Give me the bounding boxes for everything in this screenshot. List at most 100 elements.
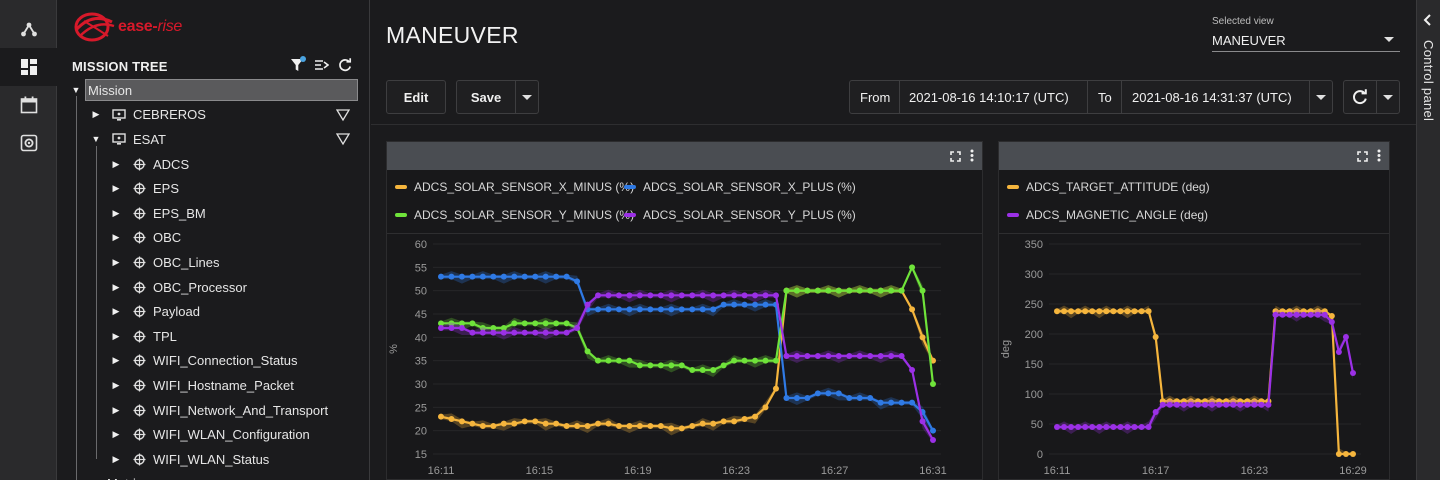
tree-item[interactable]: ▶ Payload [57,299,369,324]
data-point [521,320,528,327]
data-point [1082,424,1089,430]
network-icon[interactable] [0,10,57,48]
tree-item[interactable]: ▶ EPS_BM [57,201,369,226]
data-point [1223,401,1230,408]
y-tick-label: 150 [1025,359,1043,371]
filter-outline-icon[interactable] [336,108,350,122]
data-point [1096,308,1103,315]
refresh-button[interactable] [1343,80,1377,114]
component-icon [131,452,147,466]
legend-item[interactable]: ADCS_SOLAR_SENSOR_X_PLUS (%) [624,180,856,194]
expand-caret-icon[interactable]: ▶ [111,232,121,243]
filter-outline-icon[interactable] [336,132,350,146]
data-point [752,301,759,308]
data-point [1180,401,1187,408]
collapse-caret-icon[interactable]: ▼ [71,85,81,95]
tree-item[interactable]: ▼ Mission [57,78,369,103]
to-label: To [1098,89,1112,105]
tree-item[interactable]: ▶ OBC_Processor [57,275,369,300]
data-point [898,287,905,294]
data-point [511,420,518,427]
tree-item[interactable]: ▶ WIFI_Connection_Status [57,349,369,374]
tree-item[interactable]: ▼ ESAT [57,127,369,152]
left-rail [0,0,57,480]
refresh-icon[interactable] [337,57,353,73]
tree-item-label: CEBREROS [133,107,206,123]
tree-item[interactable]: ▶ WIFI_Hostname_Packet [57,373,369,398]
control-panel-toggle[interactable]: Control panel [1416,0,1440,480]
x-tick-label: 16:15 [526,465,554,477]
data-point [741,292,748,299]
expand-caret-icon[interactable]: ▶ [111,208,121,219]
legend-swatch [624,185,636,189]
tree-item[interactable]: ▶ WIFI_WLAN_Status [57,447,369,472]
save-button[interactable]: Save [456,80,516,114]
legend-item[interactable]: ADCS_TARGET_ATTITUDE (deg) [1007,180,1210,194]
data-point [856,395,863,401]
data-point [1335,451,1342,457]
legend-item[interactable]: ADCS_MAGNETIC_ANGLE (deg) [1007,208,1208,222]
fullscreen-icon[interactable] [950,149,961,167]
expand-caret-icon[interactable]: ▶ [111,159,121,170]
more-options-icon[interactable] [1377,149,1381,167]
expand-caret-icon[interactable]: ▶ [111,257,121,268]
tree-item[interactable]: ▶Metrics [57,472,369,480]
tree-item[interactable]: ▶ WIFI_Network_And_Transport [57,398,369,423]
settings-icon[interactable] [0,124,57,162]
expand-caret-icon[interactable]: ▶ [111,454,121,465]
filter-icon[interactable] [289,56,306,73]
tree-item[interactable]: ▶ ADCS [57,152,369,177]
save-options-button[interactable] [515,80,539,114]
data-point [1068,424,1075,430]
tree-item-label: WIFI_WLAN_Configuration [153,427,310,443]
legend-item[interactable]: ADCS_SOLAR_SENSOR_X_MINUS (%) [395,180,634,194]
data-point [490,329,497,336]
collapse-list-icon[interactable] [313,57,329,73]
expand-caret-icon[interactable]: ▶ [111,355,121,366]
data-point [584,348,591,355]
expand-caret-icon[interactable]: ▶ [111,282,121,293]
dashboard-icon[interactable] [0,48,57,86]
expand-caret-icon[interactable]: ▶ [111,429,121,440]
tree-item[interactable]: ▶ OBC [57,226,369,251]
data-point [678,425,685,432]
tree-item[interactable]: ▶ EPS [57,176,369,201]
tree-item[interactable]: ▶ WIFI_WLAN_Configuration [57,422,369,447]
time-range-dropdown[interactable] [1309,81,1333,113]
component-icon [131,403,147,417]
data-point [469,420,476,427]
from-datetime-input[interactable]: 2021-08-16 14:10:17 (UTC) [909,81,1069,113]
expand-caret-icon[interactable]: ▶ [91,109,101,120]
expand-caret-icon[interactable]: ▶ [111,331,121,342]
data-point [1350,451,1356,457]
data-point [668,362,675,369]
legend-label: ADCS_SOLAR_SENSOR_X_PLUS (%) [643,180,856,194]
expand-caret-icon[interactable]: ▶ [111,405,121,416]
data-point [1089,424,1096,430]
calendar-icon[interactable] [0,86,57,124]
data-point [720,362,727,369]
legend-swatch [1007,185,1019,189]
tree-item[interactable]: ▶ OBC_Lines [57,250,369,275]
tree-item[interactable]: ▶ CEBREROS [57,103,369,128]
data-point [919,287,926,294]
tree-item[interactable]: ▶ TPL [57,324,369,349]
selected-view-select[interactable]: Selected view MANEUVER [1212,14,1400,52]
data-point [647,292,654,299]
data-point [762,404,769,411]
legend-item[interactable]: ADCS_SOLAR_SENSOR_Y_MINUS (%) [395,208,634,222]
expand-caret-icon[interactable]: ▶ [111,380,121,391]
expand-caret-icon[interactable]: ▶ [111,183,121,194]
data-point [720,301,727,308]
expand-caret-icon[interactable]: ▶ [111,306,121,317]
collapse-caret-icon[interactable]: ▼ [91,134,101,144]
legend-item[interactable]: ADCS_SOLAR_SENSOR_Y_PLUS (%) [624,208,856,222]
data-point [762,292,769,299]
more-options-icon[interactable] [970,149,974,167]
to-datetime-input[interactable]: 2021-08-16 14:31:37 (UTC) [1132,81,1292,113]
data-point [668,292,675,299]
data-point [825,287,832,294]
refresh-options-button[interactable] [1376,80,1400,114]
fullscreen-icon[interactable] [1357,149,1368,167]
edit-button[interactable]: Edit [386,80,446,114]
